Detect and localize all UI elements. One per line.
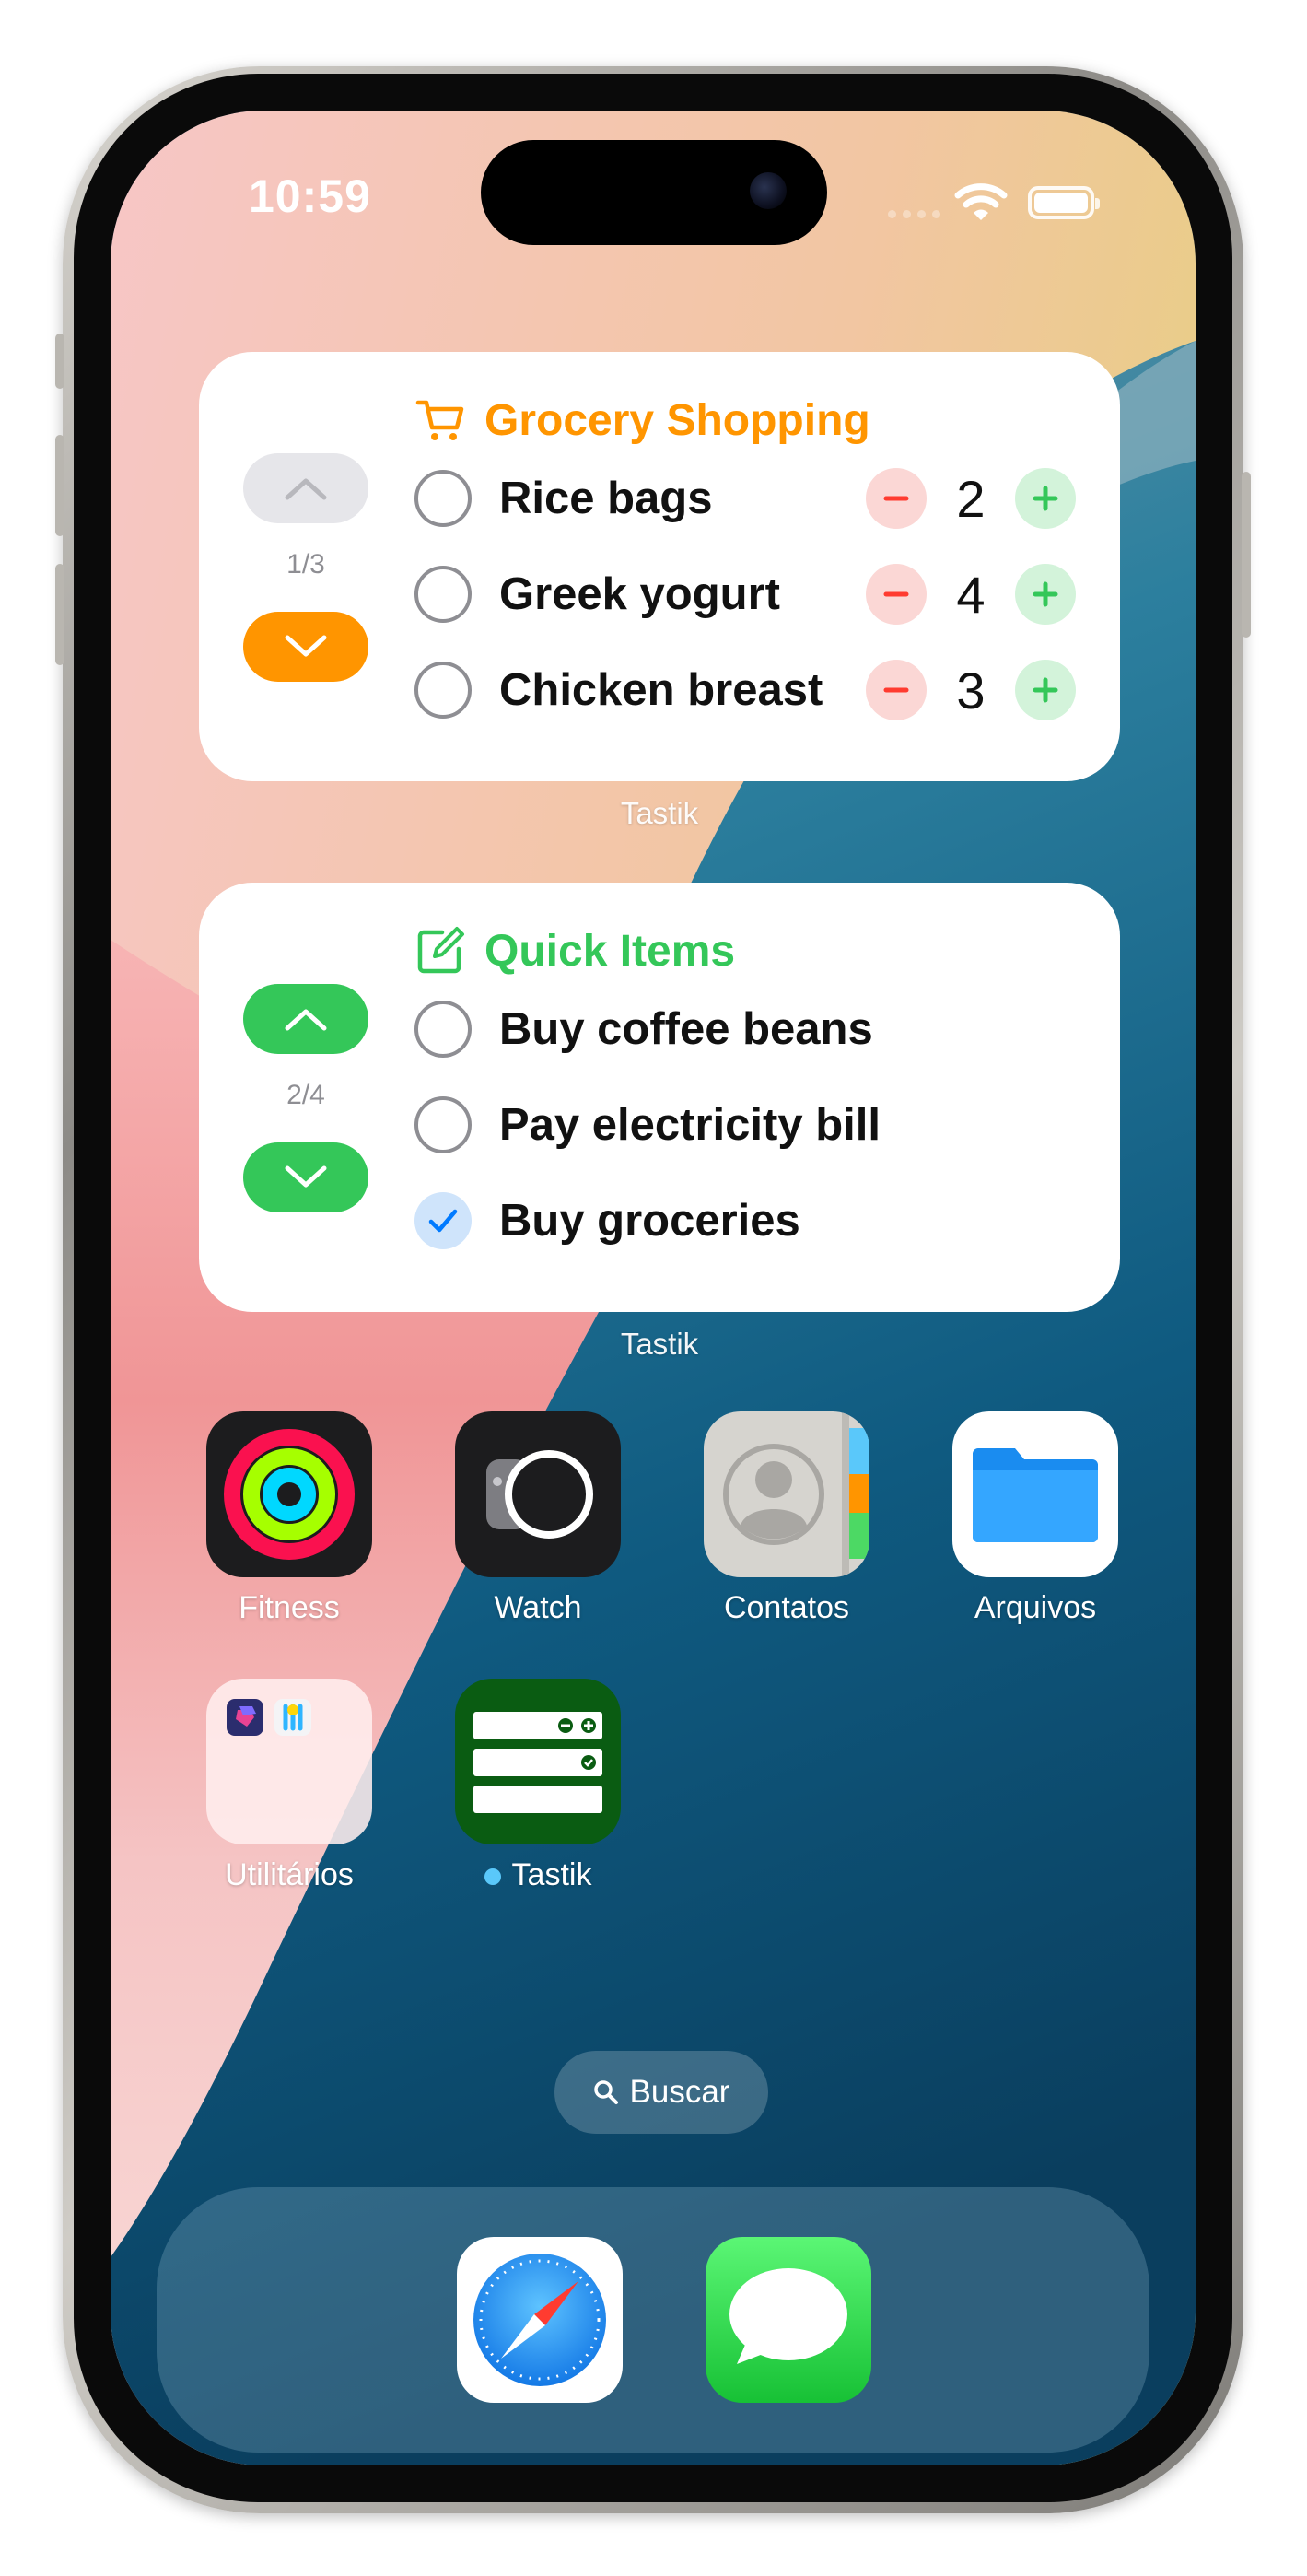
item-checkbox[interactable] (414, 1096, 472, 1153)
widget-prev-button[interactable] (243, 453, 368, 523)
minus-icon (883, 496, 909, 501)
safari-icon (457, 2237, 623, 2403)
home-screen: 10:59 1/3 Grocery Shopping Rice bags 2 G… (111, 111, 1196, 2465)
widget-next-button[interactable] (243, 1142, 368, 1212)
app-tastik[interactable]: Tastik (455, 1679, 621, 1892)
cart-icon (415, 400, 464, 440)
app-contacts[interactable]: Contatos (704, 1411, 869, 1625)
list-item: Buy groceries (414, 1188, 1078, 1253)
increment-button[interactable] (1015, 468, 1076, 529)
status-time: 10:59 (249, 170, 371, 222)
quantity-value: 3 (956, 661, 986, 720)
app-files[interactable]: Arquivos (952, 1411, 1118, 1625)
widget-next-button[interactable] (243, 612, 368, 682)
item-checkbox[interactable] (414, 1001, 472, 1058)
app-label: Tastik (409, 1857, 667, 1893)
chevron-up-icon (285, 1009, 327, 1031)
item-name: Rice bags (499, 474, 713, 523)
item-checkbox[interactable] (414, 566, 472, 623)
plus-icon (1033, 677, 1058, 703)
list-item: Buy coffee beans (414, 997, 1078, 1061)
app-label: Fitness (239, 1590, 340, 1625)
quantity-stepper: 4 (866, 564, 1076, 625)
item-name: Greek yogurt (499, 569, 780, 619)
search-label: Buscar (629, 2074, 730, 2110)
quantity-value: 2 (956, 469, 986, 528)
new-update-dot (484, 1868, 501, 1886)
list-item: Rice bags 2 (414, 466, 1078, 531)
files-icon (952, 1411, 1118, 1577)
contacts-icon (704, 1411, 869, 1577)
widget-app-label: Tastik (620, 1327, 699, 1361)
decrement-button[interactable] (866, 660, 927, 720)
battery-icon (1028, 186, 1100, 219)
item-checkbox[interactable] (414, 662, 472, 719)
tastik-icon (455, 1679, 621, 1844)
watch-icon (455, 1411, 621, 1577)
item-checkbox[interactable] (414, 470, 472, 527)
quick-items-widget: 2/4 Quick Items Buy coffee beans Pay ele… (199, 883, 1120, 1312)
grocery-shopping-widget: 1/3 Grocery Shopping Rice bags 2 Greek y… (199, 352, 1120, 781)
item-name: Buy coffee beans (499, 1004, 873, 1054)
decrement-button[interactable] (866, 564, 927, 625)
item-name: Buy groceries (499, 1196, 800, 1246)
side-button (1242, 472, 1251, 638)
folder-utilities[interactable]: Utilitários (206, 1679, 372, 1892)
minus-icon (883, 687, 909, 693)
item-checkbox-checked[interactable] (414, 1192, 472, 1249)
cellular-signal-icon (888, 210, 940, 218)
widget-title-text: Grocery Shopping (484, 395, 870, 445)
list-item: Pay electricity bill (414, 1093, 1078, 1157)
list-item: Chicken breast 3 (414, 658, 1078, 722)
fitness-icon (206, 1411, 372, 1577)
chevron-up-icon (285, 478, 327, 500)
widget-title: Quick Items (414, 925, 735, 977)
quantity-stepper: 3 (866, 660, 1076, 720)
quantity-value: 4 (956, 565, 986, 624)
quantity-stepper: 2 (866, 468, 1076, 529)
app-label: Arquivos (974, 1590, 1097, 1625)
volume-down-button (55, 564, 64, 665)
app-label-text: Tastik (511, 1857, 592, 1892)
increment-button[interactable] (1015, 660, 1076, 720)
app-safari[interactable] (457, 2237, 623, 2403)
plus-icon (1033, 581, 1058, 607)
search-button[interactable]: Buscar (554, 2051, 768, 2134)
camera-icon (750, 172, 787, 209)
utilities-folder-icon (206, 1679, 372, 1844)
chevron-down-icon (285, 635, 327, 657)
minus-icon (883, 591, 909, 597)
app-messages[interactable] (706, 2237, 871, 2403)
dynamic-island (481, 140, 827, 245)
app-label: Watch (494, 1590, 582, 1625)
widget-title-text: Quick Items (484, 926, 736, 976)
decrement-button[interactable] (866, 468, 927, 529)
plus-icon (1033, 486, 1058, 511)
app-label: Contatos (723, 1590, 850, 1625)
app-watch[interactable]: Watch (455, 1411, 621, 1625)
app-label: Utilitários (225, 1857, 354, 1892)
item-name: Pay electricity bill (499, 1100, 881, 1150)
search-icon (593, 2080, 618, 2104)
chevron-down-icon (285, 1165, 327, 1188)
messages-icon (706, 2237, 871, 2403)
volume-up-button (55, 435, 64, 536)
widget-prev-button[interactable] (243, 984, 368, 1054)
wifi-icon (954, 183, 1008, 220)
checkmark-icon (428, 1209, 458, 1233)
dock (157, 2187, 1149, 2453)
item-name: Chicken breast (499, 665, 823, 715)
widget-app-label: Tastik (620, 796, 699, 830)
increment-button[interactable] (1015, 564, 1076, 625)
app-fitness[interactable]: Fitness (206, 1411, 372, 1625)
page-indicator: 2/4 (286, 1080, 325, 1110)
action-button (55, 334, 64, 389)
compose-icon (417, 927, 464, 974)
list-item: Greek yogurt 4 (414, 562, 1078, 626)
page-indicator: 1/3 (286, 549, 325, 580)
widget-title: Grocery Shopping (414, 394, 870, 446)
